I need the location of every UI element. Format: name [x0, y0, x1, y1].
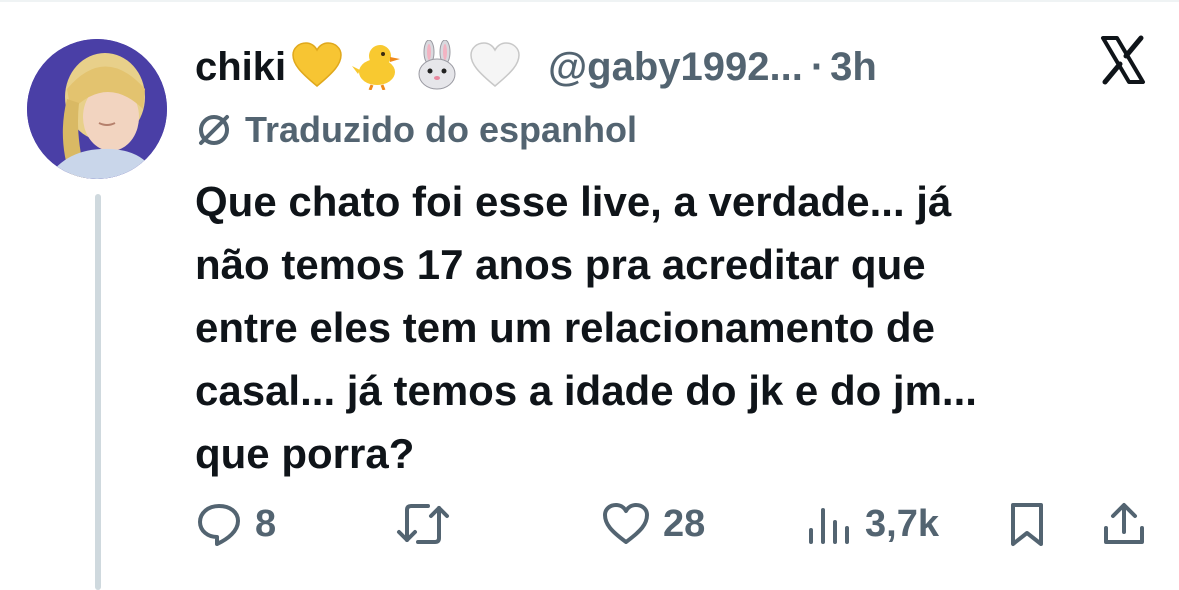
action-bar: 8 28 3,7k — [0, 496, 1179, 552]
reply-icon — [198, 504, 240, 546]
retweet-icon — [397, 504, 449, 544]
white-heart-icon — [470, 41, 520, 93]
yellow-heart-icon — [292, 41, 342, 93]
views-count: 3,7k — [865, 502, 939, 545]
hatching-chick-icon — [350, 40, 404, 95]
translation-notice[interactable]: Traduzido do espanhol — [195, 106, 637, 154]
tweet-text-line: não temos 17 anos pra acreditar que — [195, 241, 926, 288]
retweet-button[interactable] — [396, 496, 462, 552]
tweet-text: Que chato foi esse live, a verdade... já… — [195, 170, 1155, 485]
like-button[interactable]: 28 — [601, 496, 705, 552]
share-icon — [1104, 503, 1144, 544]
tweet-text-line: entre eles tem um relacionamento de — [195, 304, 935, 351]
bookmark-icon — [1011, 503, 1043, 546]
translation-label: Traduzido do espanhol — [245, 109, 638, 150]
reply-count: 8 — [255, 502, 277, 545]
timestamp[interactable]: 3h — [830, 45, 877, 90]
tweet-text-line: Que chato foi esse live, a verdade... já — [195, 178, 952, 225]
rabbit-face-icon — [412, 39, 462, 95]
separator-dot: · — [810, 44, 825, 89]
share-button[interactable] — [1100, 496, 1148, 552]
author-handle[interactable]: @gaby1992... — [548, 45, 803, 90]
x-logo-icon[interactable] — [1097, 34, 1149, 86]
reply-button[interactable]: 8 — [195, 496, 276, 552]
avatar-image — [27, 39, 167, 179]
avatar[interactable] — [27, 39, 167, 179]
translate-icon — [199, 115, 229, 145]
tweet-header: chiki @gaby1992... · 3h — [195, 38, 877, 96]
like-count: 28 — [663, 502, 706, 545]
views-button[interactable]: 3,7k — [805, 496, 939, 552]
bookmark-button[interactable] — [1005, 496, 1049, 552]
heart-icon — [603, 503, 649, 544]
author-name[interactable]: chiki — [195, 45, 286, 90]
author-emojis — [288, 39, 524, 95]
tweet-text-line: que porra? — [195, 430, 415, 477]
top-divider — [0, 0, 1179, 2]
tweet-text-line: casal... já temos a idade do jk e do jm.… — [195, 367, 977, 414]
views-icon — [809, 508, 849, 544]
